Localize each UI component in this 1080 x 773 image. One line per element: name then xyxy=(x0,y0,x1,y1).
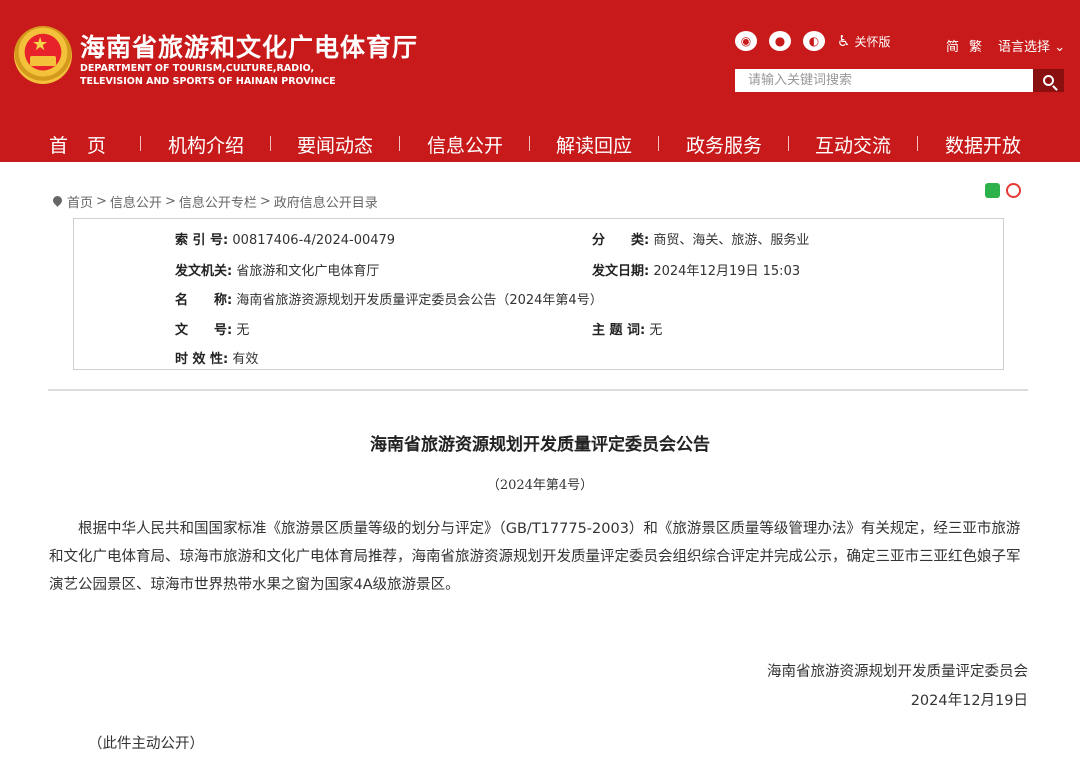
site-title[interactable]: 海南省旅游和文化广电体育厅 xyxy=(80,28,418,64)
nav-item-news[interactable]: 要闻动态 xyxy=(297,131,373,158)
lang-simplified-link[interactable]: 简 xyxy=(946,36,959,55)
breadcrumb: 首页 > 信息公开 > 信息公开专栏 > 政府信息公开目录 xyxy=(53,192,378,211)
meta-name-label: 名 称: xyxy=(175,293,233,308)
meta-docno: 文 号: 无 xyxy=(175,319,249,338)
document-sign-date: 2024年12月19日 xyxy=(910,693,1028,709)
breadcrumb-info-column[interactable]: 信息公开专栏 xyxy=(179,192,257,211)
nav-item-info-disclosure[interactable]: 信息公开 xyxy=(427,131,503,158)
site-subtitle-line2: TELEVISION AND SPORTS OF HAINAN PROVINCE xyxy=(80,76,336,87)
breadcrumb-info-disclosure[interactable]: 信息公开 xyxy=(110,192,162,211)
nav-separator xyxy=(529,136,530,151)
nav-item-organization[interactable]: 机构介绍 xyxy=(168,131,244,158)
breadcrumb-separator: > xyxy=(164,194,176,209)
meta-issuer-label: 发文机关: xyxy=(175,264,233,279)
meta-validity: 时 效 性: 有效 xyxy=(175,348,258,367)
care-mode-label: 关怀版 xyxy=(854,34,891,49)
meta-category-label: 分 类: xyxy=(592,233,650,248)
document-signer: 海南省旅游资源规划开发质量评定委员会 xyxy=(767,664,1028,680)
location-pin-icon xyxy=(53,196,62,207)
weibo-icon[interactable]: ◉ xyxy=(735,31,757,51)
weibo-share-icon[interactable] xyxy=(1006,183,1021,198)
meta-date-label: 发文日期: xyxy=(592,264,650,279)
app-icon[interactable]: ◐ xyxy=(803,31,825,51)
nav-item-interaction[interactable]: 互动交流 xyxy=(815,131,891,158)
meta-keyword: 主 题 词: 无 xyxy=(592,319,662,338)
nav-separator xyxy=(658,136,659,151)
search-button[interactable] xyxy=(1033,69,1064,92)
meta-category: 分 类: 商贸、海关、旅游、服务业 xyxy=(592,229,809,248)
site-subtitle-line1: DEPARTMENT OF TOURISM,CULTURE,RADIO, xyxy=(80,63,315,74)
meta-date-value: 2024年12月19日 15:03 xyxy=(653,264,801,279)
meta-issuer: 发文机关: 省旅游和文化广电体育厅 xyxy=(175,260,379,279)
chevron-down-icon: ⌄ xyxy=(1054,40,1066,55)
meta-index: 索 引 号: 00817406-4/2024-00479 xyxy=(175,229,395,248)
search-input[interactable] xyxy=(735,69,1033,92)
main-nav: 首 页 机构介绍 要闻动态 信息公开 解读回应 政务服务 互动交流 数据开放 xyxy=(0,127,1080,162)
breadcrumb-catalog[interactable]: 政府信息公开目录 xyxy=(274,192,378,211)
care-mode-link[interactable]: ♿ 关怀版 xyxy=(837,32,890,50)
nav-item-open-data[interactable]: 数据开放 xyxy=(945,131,1021,158)
accessibility-icon: ♿ xyxy=(837,32,851,50)
document-body: 根据中华人民共和国国家标准《旅游景区质量等级的划分与评定》（GB/T17775-… xyxy=(49,521,1021,593)
national-emblem-icon: ★ xyxy=(14,26,72,84)
document-number: （2024年第4号） xyxy=(486,478,594,493)
meta-validity-value: 有效 xyxy=(232,352,259,367)
lang-traditional-link[interactable]: 繁 xyxy=(969,36,982,55)
document-metadata-box: 索 引 号: 00817406-4/2024-00479 分 类: 商贸、海关、… xyxy=(73,218,1004,370)
search-icon xyxy=(1043,75,1054,86)
nav-separator xyxy=(917,136,918,151)
share-bar xyxy=(985,183,1021,198)
breadcrumb-separator: > xyxy=(96,194,107,209)
breadcrumb-home[interactable]: 首页 xyxy=(67,192,93,211)
language-bar: 简 繁 语言选择 ⌄ xyxy=(946,36,1065,55)
site-subtitle: DEPARTMENT OF TOURISM,CULTURE,RADIO, TEL… xyxy=(80,62,336,88)
document-title: 海南省旅游资源规划开发质量评定委员会公告 xyxy=(370,435,710,455)
meta-keyword-value: 无 xyxy=(649,323,663,338)
lang-select-label: 语言选择 xyxy=(998,40,1051,55)
meta-name: 名 称: 海南省旅游资源规划开发质量评定委员会公告（2024年第4号） xyxy=(175,289,603,308)
nav-item-home[interactable]: 首 页 xyxy=(49,131,106,158)
wechat-icon[interactable]: ● xyxy=(769,31,791,51)
site-header: ★ 海南省旅游和文化广电体育厅 DEPARTMENT OF TOURISM,CU… xyxy=(0,0,1080,162)
meta-issuer-value: 省旅游和文化广电体育厅 xyxy=(236,264,380,279)
meta-validity-label: 时 效 性: xyxy=(175,352,229,367)
nav-item-interpretation[interactable]: 解读回应 xyxy=(556,131,632,158)
breadcrumb-separator: > xyxy=(259,194,271,209)
meta-keyword-label: 主 题 词: xyxy=(592,323,646,338)
nav-item-gov-service[interactable]: 政务服务 xyxy=(686,131,762,158)
meta-docno-value: 无 xyxy=(236,323,250,338)
meta-index-value: 00817406-4/2024-00479 xyxy=(232,233,396,248)
nav-separator xyxy=(788,136,789,151)
lang-select-dropdown[interactable]: 语言选择 ⌄ xyxy=(998,36,1065,55)
content-divider xyxy=(48,389,1028,391)
nav-separator xyxy=(399,136,400,151)
top-icon-bar: ◉ ● ◐ ♿ 关怀版 xyxy=(735,30,890,52)
disclosure-note: （此件主动公开） xyxy=(88,736,204,752)
meta-name-value: 海南省旅游资源规划开发质量评定委员会公告（2024年第4号） xyxy=(236,293,603,308)
meta-date: 发文日期: 2024年12月19日 15:03 xyxy=(592,260,800,279)
wechat-share-icon[interactable] xyxy=(985,183,1000,198)
nav-separator xyxy=(140,136,141,151)
meta-docno-label: 文 号: xyxy=(175,323,233,338)
nav-separator xyxy=(270,136,271,151)
meta-index-label: 索 引 号: xyxy=(175,233,229,248)
meta-category-value: 商贸、海关、旅游、服务业 xyxy=(653,233,810,248)
